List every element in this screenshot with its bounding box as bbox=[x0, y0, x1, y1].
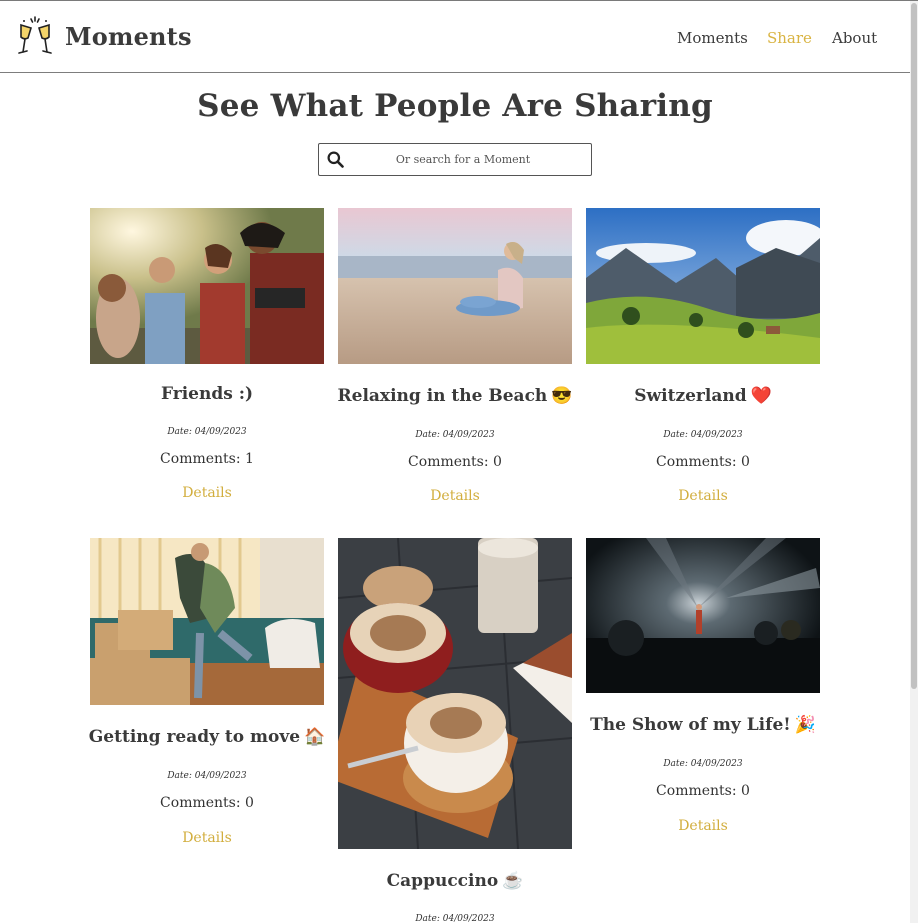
moment-details-link[interactable]: Details bbox=[586, 818, 820, 834]
moment-title: Switzerland ❤️ bbox=[634, 386, 772, 406]
nav-link-share[interactable]: Share bbox=[767, 29, 812, 47]
search-box bbox=[318, 143, 592, 176]
moment-title: Cappuccino ☕ bbox=[386, 871, 524, 891]
nav-link-about[interactable]: About bbox=[832, 29, 877, 47]
main-nav: Moments Share About bbox=[0, 29, 910, 53]
moment-comments-count: Comments: 1 bbox=[160, 451, 254, 467]
moment-date: Date: 04/09/2023 bbox=[167, 427, 247, 437]
site-header: Moments Moments Share About bbox=[0, 1, 910, 73]
moment-date: Date: 04/09/2023 bbox=[167, 771, 247, 781]
moment-title: Relaxing in the Beach 😎 bbox=[337, 386, 573, 406]
moment-date: Date: 04/09/2023 bbox=[663, 430, 743, 440]
nav-link-moments[interactable]: Moments bbox=[677, 29, 748, 47]
moment-details-link[interactable]: Details bbox=[338, 488, 572, 504]
moment-photo[interactable] bbox=[586, 538, 820, 693]
moment-photo[interactable] bbox=[90, 208, 324, 364]
moment-comments-count: Comments: 0 bbox=[656, 454, 750, 470]
moment-title: Friends :) bbox=[160, 384, 254, 404]
heart-emoji-icon: ❤️ bbox=[750, 386, 772, 406]
page-title: See What People Are Sharing bbox=[197, 88, 713, 124]
moment-title: The Show of my Life! 🎉 bbox=[590, 715, 816, 735]
moment-comments-count: Comments: 0 bbox=[408, 454, 502, 470]
moment-details-link[interactable]: Details bbox=[90, 830, 324, 846]
moment-details-link[interactable]: Details bbox=[90, 485, 324, 501]
moment-photo[interactable] bbox=[338, 208, 572, 364]
moment-photo[interactable] bbox=[90, 538, 324, 705]
moment-details-link[interactable]: Details bbox=[586, 488, 820, 504]
party-popper-emoji-icon: 🎉 bbox=[794, 715, 816, 735]
moment-date: Date: 04/09/2023 bbox=[415, 430, 495, 440]
scrollbar-thumb[interactable] bbox=[911, 3, 917, 689]
moment-photo[interactable] bbox=[586, 208, 820, 364]
moment-title: Getting ready to move 🏠 bbox=[88, 727, 326, 747]
house-emoji-icon: 🏠 bbox=[304, 727, 326, 747]
search-icon[interactable] bbox=[327, 151, 344, 168]
vertical-scrollbar[interactable] bbox=[910, 1, 918, 923]
moment-photo[interactable] bbox=[338, 538, 572, 849]
moment-date: Date: 04/09/2023 bbox=[663, 759, 743, 769]
moment-comments-count: Comments: 0 bbox=[656, 783, 750, 799]
moment-comments-count: Comments: 0 bbox=[160, 795, 254, 811]
search-input[interactable] bbox=[353, 144, 573, 175]
coffee-emoji-icon: ☕ bbox=[502, 871, 524, 891]
